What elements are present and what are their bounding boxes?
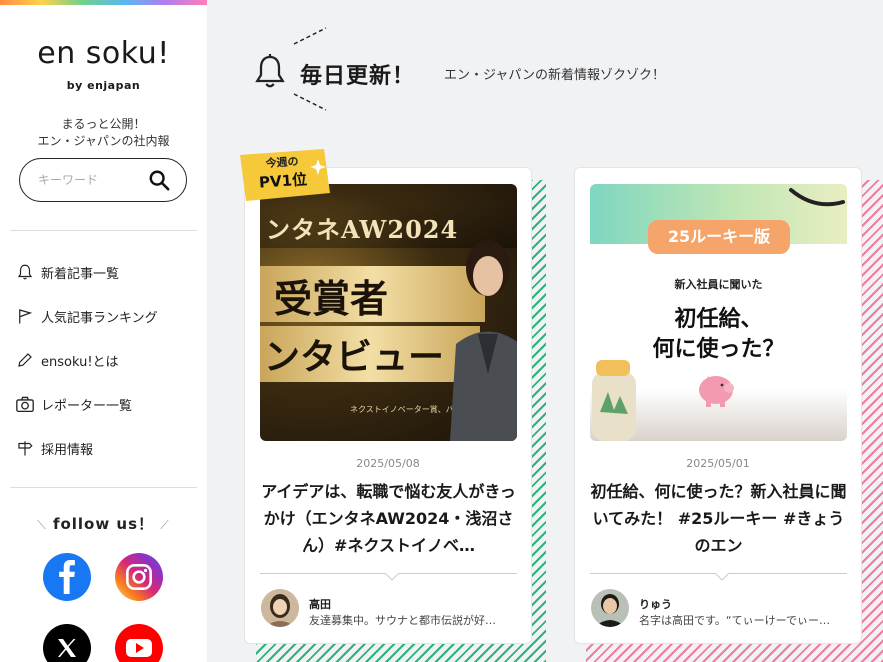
rainbow-bar xyxy=(0,0,207,5)
x-icon[interactable] xyxy=(43,624,91,662)
divider-notch xyxy=(715,573,729,581)
flag-icon xyxy=(15,306,35,326)
thumb-heading-2: 受賞者 xyxy=(274,276,389,321)
article-date: 2025/05/08 xyxy=(356,457,420,470)
pencil-icon xyxy=(15,350,35,370)
facebook-icon[interactable] xyxy=(43,553,91,601)
site-logo-sub: by enjapan xyxy=(66,79,141,92)
follow-us-text: follow us！ xyxy=(52,515,155,533)
badge-label-2: PV1位 xyxy=(258,170,308,192)
article-card[interactable]: ンタネAW2024 受賞者 ンタビュー ネクストイノベーター賞、パーパス賞 20… xyxy=(244,167,532,644)
thumb-heading-3: ンタビュー xyxy=(264,336,445,378)
tagline-line-2: エン・ジャパンの社内報 xyxy=(37,134,170,148)
nav-item-label: ensoku!とは xyxy=(41,354,119,370)
nav-item-label: 人気記事ランキング xyxy=(41,310,158,326)
article-title[interactable]: 初任給、何に使った？新入社員に聞いてみた！ #25ルーキー #きょうのエン xyxy=(587,478,850,559)
nav-item-reporters[interactable]: レポーター一覧 xyxy=(0,382,207,426)
nav-item-new-articles[interactable]: 新着記事一覧 xyxy=(0,250,207,294)
avatar[interactable] xyxy=(591,589,629,627)
decor-dashes xyxy=(293,27,327,45)
nav-item-label: レポーター一覧 xyxy=(41,398,133,414)
decor-curve xyxy=(789,188,845,207)
sidebar: en soku! by enjapan まるっと公開！ エン・ジャパンの社内報 … xyxy=(0,0,207,662)
thumb-heading: ンタネAW2024 xyxy=(266,215,459,244)
author-bio: 名字は高田です。“てぃーけーでぃー… xyxy=(639,614,830,627)
section-subtitle: エン・ジャパンの新着情報ゾクゾク！ xyxy=(444,68,666,83)
sidebar-divider xyxy=(10,230,197,231)
article-thumbnail[interactable]: 25ルーキー版 新入社員に聞いた 初任給、 何に使った？ xyxy=(590,184,847,441)
divider-notch xyxy=(385,573,399,581)
nav-item-label: 採用情報 xyxy=(41,442,94,458)
section-bell-icon xyxy=(252,52,288,92)
site-logo[interactable]: en soku! xyxy=(0,36,207,71)
instagram-icon[interactable] xyxy=(115,553,163,601)
search-box xyxy=(19,158,187,202)
author-name[interactable]: りゅう xyxy=(639,596,672,612)
bell-icon xyxy=(15,262,35,282)
thumb-heading: 初任給、 xyxy=(674,307,763,332)
thumb-tag: 25ルーキー版 xyxy=(648,220,790,254)
sidebar-divider xyxy=(10,487,197,488)
follow-us-label: ⟍ follow us！ ⟋ xyxy=(0,513,207,534)
avatar[interactable] xyxy=(261,589,299,627)
nav-item-ranking[interactable]: 人気記事ランキング xyxy=(0,294,207,338)
youtube-icon[interactable] xyxy=(115,624,163,662)
article-title[interactable]: アイデアは、転職で悩む友人がきっかけ（エンタネAW2024・浅沼さん）#ネクスト… xyxy=(257,478,520,559)
sidebar-nav: 新着記事一覧 人気記事ランキング ensoku!とは レポーター一覧 採用情報 xyxy=(0,250,207,470)
piggy-bank-icon xyxy=(699,376,734,407)
search-icon[interactable] xyxy=(148,169,170,191)
coin-jar-illustration xyxy=(592,360,636,441)
signpost-icon xyxy=(15,438,35,458)
nav-item-label: 新着記事一覧 xyxy=(41,266,120,282)
section-title: 毎日更新！ xyxy=(300,64,416,89)
article-thumbnail[interactable]: ンタネAW2024 受賞者 ンタビュー ネクストイノベーター賞、パーパス賞 xyxy=(260,184,517,441)
author-bio: 友達募集中。サウナと都市伝説が好… xyxy=(309,614,496,627)
decor-dashes xyxy=(293,93,327,111)
article-date: 2025/05/01 xyxy=(686,457,750,470)
person-photo xyxy=(450,240,517,441)
tagline: まるっと公開！ エン・ジャパンの社内報 xyxy=(0,116,207,150)
author-name[interactable]: 高田 xyxy=(309,596,331,612)
article-card[interactable]: 25ルーキー版 新入社員に聞いた 初任給、 何に使った？ 2025/05/01 … xyxy=(574,167,862,644)
tagline-line-1: まるっと公開！ xyxy=(61,117,146,131)
nav-item-recruit[interactable]: 採用情報 xyxy=(0,426,207,470)
sparkle-icon: ⟋ xyxy=(160,518,170,532)
sparkle-icon: ⟍ xyxy=(37,518,47,532)
thumb-subheading: 新入社員に聞いた xyxy=(674,278,763,291)
search-input[interactable] xyxy=(38,169,138,191)
camera-icon xyxy=(15,394,35,414)
nav-item-about[interactable]: ensoku!とは xyxy=(0,338,207,382)
